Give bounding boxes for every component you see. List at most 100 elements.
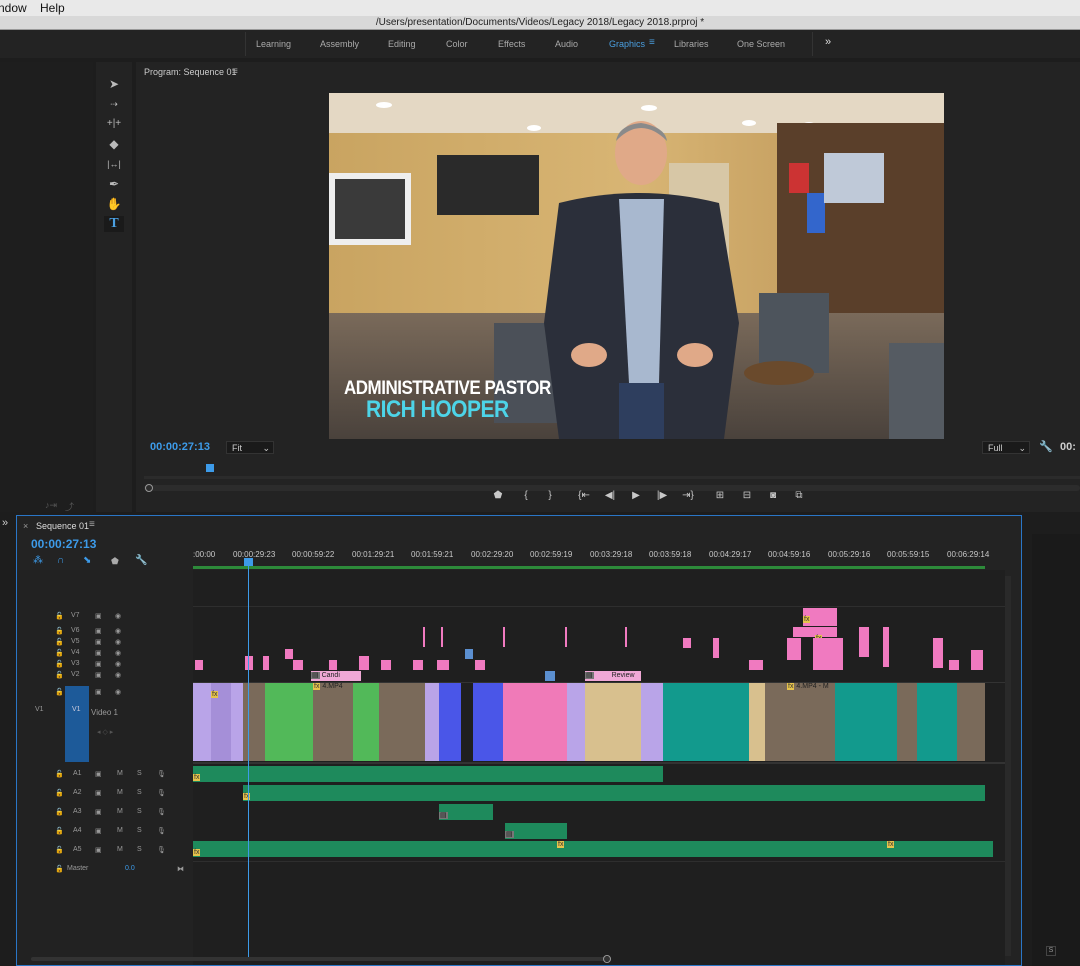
resolution-select[interactable]: Full ⌄ [982,441,1030,454]
clip-v5[interactable] [883,627,889,667]
clip-v1[interactable] [265,683,313,761]
hand-icon[interactable]: ✋ [104,196,124,212]
timeline-settings-icon[interactable]: 🔧 [135,555,147,566]
playhead-handle[interactable] [244,558,253,566]
clip-v1[interactable] [473,683,503,761]
clip-v1[interactable] [231,683,243,761]
selection-tool-icon[interactable]: ➤ [104,76,124,92]
clip-v1[interactable] [567,683,585,761]
clip-v3[interactable] [293,660,303,670]
clip-v1[interactable] [585,683,641,761]
clip-v6[interactable] [423,627,425,647]
clip-v6[interactable] [441,627,443,647]
clip-v1[interactable] [503,683,567,761]
clip-v6[interactable]: fx [793,627,837,642]
clip-v1[interactable] [917,683,957,761]
panel-menu-icon[interactable]: ≡ [232,66,238,77]
clip-v2[interactable] [545,671,555,681]
tracks-area[interactable]: fx fx ▤ Candi ▤ Review fx [193,558,1005,965]
program-timecode[interactable]: 00:00:27:13 [150,441,210,453]
lift-icon[interactable]: ⊞ [712,490,728,501]
clip-v1[interactable] [663,683,749,761]
clip-v3[interactable] [475,660,485,670]
clip-v1[interactable] [897,683,917,761]
type-tool-icon[interactable]: T [104,216,124,232]
menu-help[interactable]: Help [40,1,65,15]
clip-a3[interactable]: ▤ [439,804,493,820]
double-chevron-right-icon[interactable]: » [825,36,831,48]
panel-menu-icon[interactable]: ≡ [89,519,95,530]
comparison-view-icon[interactable]: ⧉ [791,490,807,501]
clip-v1[interactable] [749,683,765,761]
clip-v3[interactable] [359,656,369,670]
horizontal-scrollbar[interactable] [31,957,611,961]
insert-icon[interactable]: ♪⇥ [45,500,57,511]
clip-v1[interactable] [439,683,461,761]
ripple-edit-icon[interactable]: +|+ [104,116,124,132]
clip-v3[interactable] [749,660,763,670]
step-back-icon[interactable]: ◀| [602,490,618,501]
extract-icon[interactable]: ⊟ [739,490,755,501]
scroll-handle[interactable] [603,955,611,963]
clip-v1[interactable] [193,683,211,761]
clip-v6[interactable] [565,627,567,647]
play-icon[interactable]: ▶ [628,490,644,501]
clip-v3[interactable] [949,660,959,670]
clip-v6[interactable] [625,627,627,647]
clip-v3[interactable] [413,660,423,670]
add-marker-icon[interactable]: ⬟ [111,556,119,567]
clip-v3[interactable] [263,656,269,670]
clip-v1[interactable] [641,683,663,761]
clip-v1[interactable] [425,683,439,761]
export-icon[interactable]: ⤴ [65,500,74,513]
clip-v3[interactable] [195,660,203,670]
clip-v1-mp4[interactable]: fx 4.MP4 [313,683,353,761]
razor-icon[interactable]: ◆ [104,136,124,152]
clip-v5[interactable] [787,638,801,660]
clip-a4[interactable]: ▤ [505,823,567,839]
vertical-scrollbar[interactable] [1005,576,1011,956]
linked-selection-icon[interactable]: ⬊ [83,555,91,566]
double-chevron-right-icon[interactable]: » [2,517,8,529]
tab-one-screen[interactable]: One Screen [737,39,785,49]
tab-learning[interactable]: Learning [256,39,291,49]
go-to-out-icon[interactable]: ⇥} [680,490,696,501]
clip-v3[interactable] [329,660,337,670]
sequence-timecode[interactable]: 00:00:27:13 [31,537,96,551]
tab-graphics[interactable]: Graphics [609,39,645,49]
clip-v3[interactable] [971,650,983,670]
clip-v1[interactable] [243,683,265,761]
lower-third-name[interactable]: RICH HOOPER [366,396,509,424]
wrench-icon[interactable]: 🔧 [1039,440,1053,453]
clip-a2[interactable]: fx [243,785,985,801]
link-icon[interactable]: ∩ [57,555,64,566]
tab-audio[interactable]: Audio [555,39,578,49]
clip-v5[interactable] [683,638,691,648]
track-select-icon[interactable]: ⇢ [104,96,124,112]
pen-icon[interactable]: ✒ [104,176,124,192]
v1-target[interactable] [65,686,89,762]
zoom-select[interactable]: Fit ⌄ [226,441,274,454]
program-video-frame[interactable]: ADMINISTRATIVE PASTOR RICH HOOPER [329,93,944,439]
clip-v1[interactable]: fx [211,683,231,761]
close-icon[interactable]: × [23,521,28,531]
slip-icon[interactable]: |↔| [104,156,124,172]
tab-assembly[interactable]: Assembly [320,39,359,49]
clip-v3[interactable] [381,660,391,670]
mark-in-icon[interactable]: { [518,490,534,501]
clip-v5[interactable] [813,638,843,670]
step-forward-icon[interactable]: |▶ [654,490,670,501]
clip-v5[interactable] [713,638,719,658]
tab-editing[interactable]: Editing [388,39,416,49]
tab-effects[interactable]: Effects [498,39,525,49]
clip-v3[interactable] [245,656,253,670]
clip-a1[interactable]: fx [193,766,663,782]
playhead-marker[interactable] [206,464,214,472]
sequence-tab[interactable]: Sequence 01 [36,521,89,531]
tab-color[interactable]: Color [446,39,468,49]
clip-v1[interactable] [379,683,425,761]
clip-v1[interactable] [835,683,897,761]
clip-v4[interactable] [285,649,293,659]
time-ruler[interactable]: :00:00 00:00:29:23 00:00:59:22 00:01:29:… [193,544,1005,570]
snap-icon[interactable]: ⁂ [33,555,43,566]
